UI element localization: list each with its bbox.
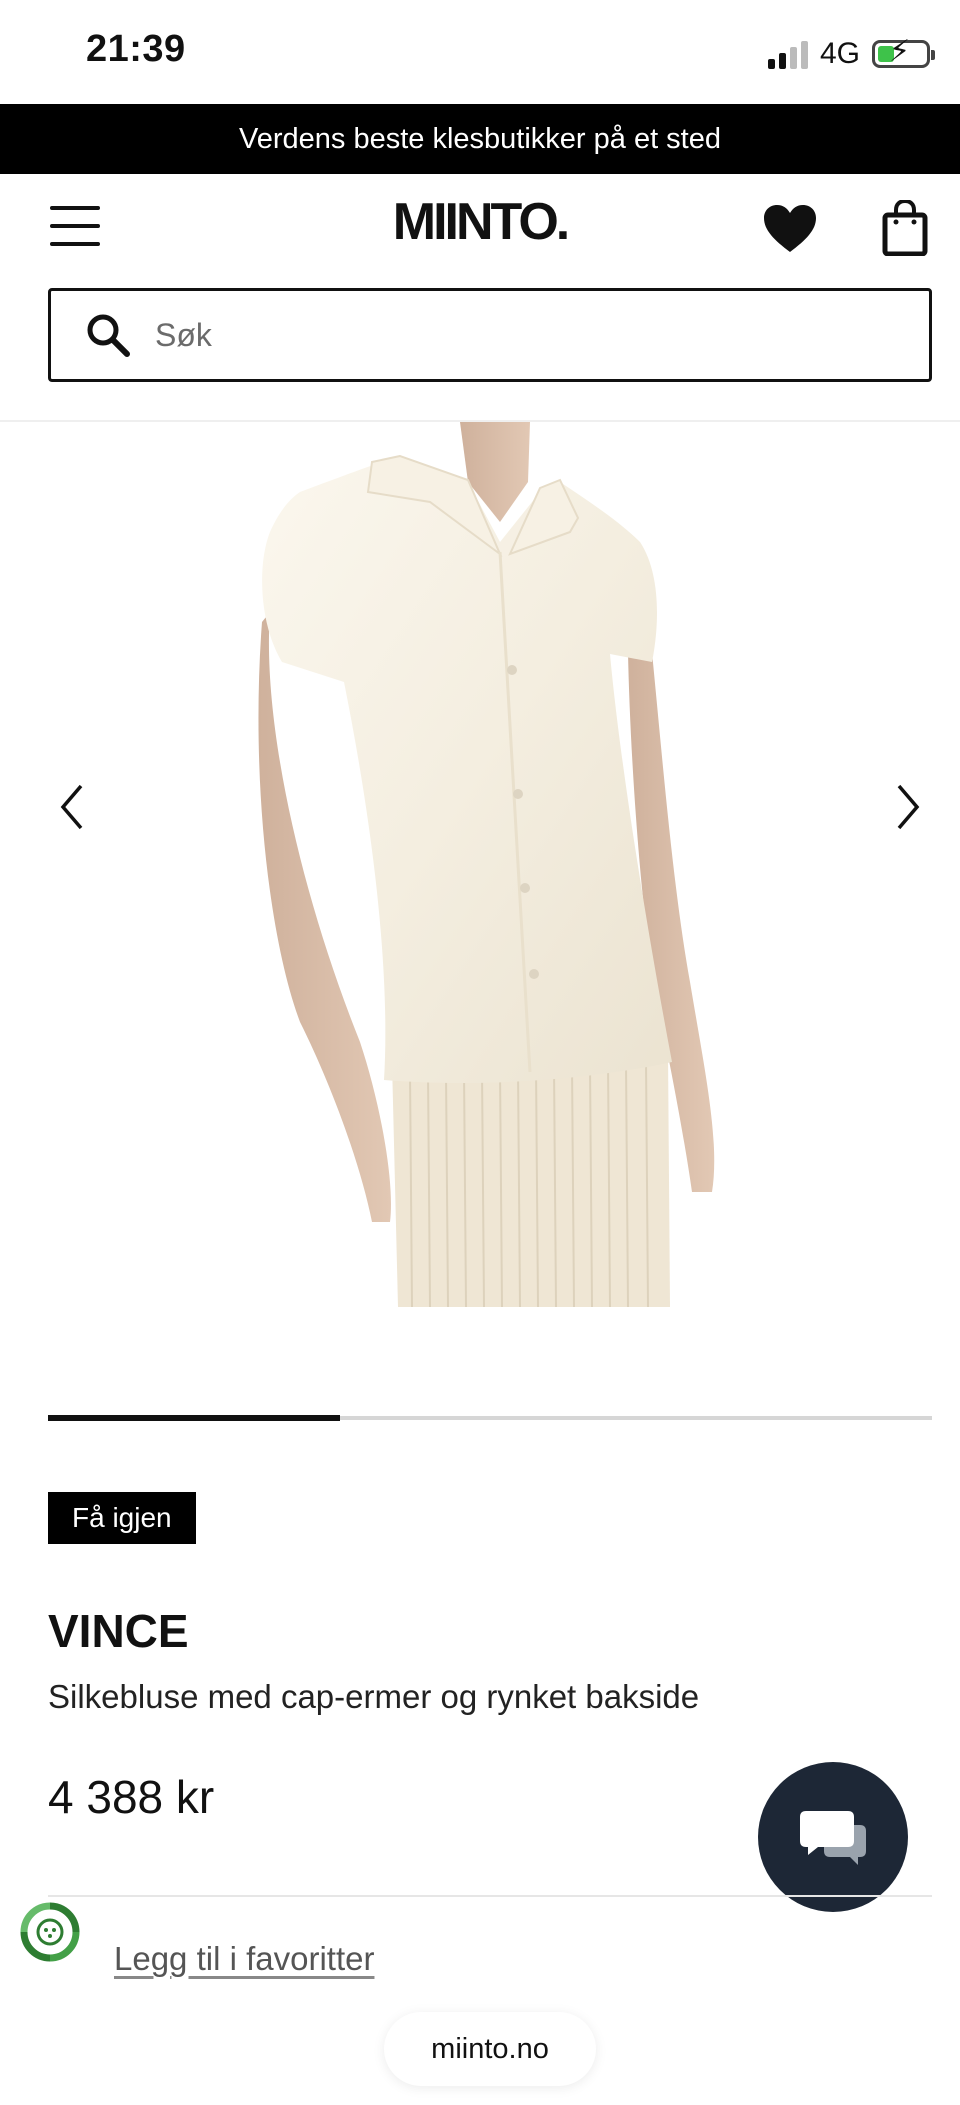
divider <box>48 1895 932 1897</box>
product-image <box>258 422 715 1308</box>
next-image-button[interactable] <box>880 762 936 852</box>
status-indicators: 4G ⚡ <box>767 34 935 74</box>
signal-icon <box>767 39 808 69</box>
previous-image-button[interactable] <box>44 762 100 852</box>
product-image-gallery[interactable] <box>0 422 960 1312</box>
search-bar[interactable] <box>48 288 932 382</box>
shopping-bag-icon[interactable] <box>882 198 928 257</box>
chat-button[interactable] <box>758 1762 908 1912</box>
status-bar: 21:39 4G ⚡ <box>0 0 960 104</box>
status-time: 21:39 <box>86 28 186 70</box>
gallery-progress-fill <box>48 1415 340 1421</box>
network-type: 4G <box>819 37 860 70</box>
search-icon <box>87 314 130 357</box>
chevron-right-icon <box>897 784 920 830</box>
battery-icon: ⚡ <box>872 37 935 68</box>
product-brand[interactable]: VINCE <box>48 1604 189 1658</box>
gallery-progress <box>48 1415 932 1421</box>
promo-banner: Verdens beste klesbutikker på et sted <box>0 104 960 174</box>
eco-icon[interactable] <box>18 1900 82 1964</box>
heart-icon[interactable] <box>762 204 818 254</box>
add-to-favorites-link[interactable]: Legg til i favoritter <box>114 1940 374 1978</box>
product-title: Silkebluse med cap-ermer og rynket baksi… <box>48 1678 700 1715</box>
site-header: MIINTO. <box>0 174 960 286</box>
chevron-left-icon <box>60 784 83 830</box>
product-price: 4 388 kr <box>48 1771 215 1823</box>
cashback-badge: Få igjen <box>48 1492 196 1544</box>
search-input[interactable] <box>155 316 855 354</box>
chat-icon <box>800 1811 866 1865</box>
browser-url-bar[interactable]: miinto.no <box>384 2012 596 2086</box>
